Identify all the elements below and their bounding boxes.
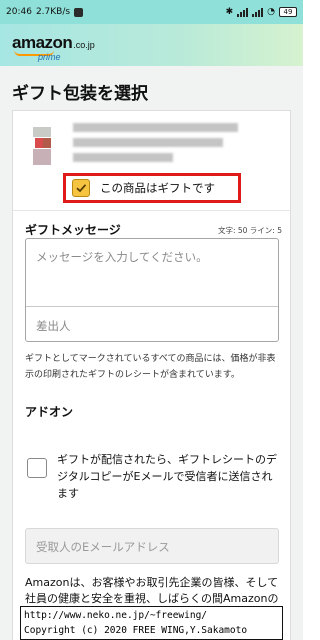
checkmark-icon — [76, 184, 87, 193]
product-name-blurred — [73, 123, 248, 163]
message-input-placeholder[interactable]: メッセージを入力してください。 — [36, 249, 208, 265]
email-input-placeholder: 受取人のEメールアドレス — [36, 540, 170, 554]
logo-prime: prime — [38, 52, 61, 62]
page-title: ギフト包装を選択 — [12, 84, 148, 104]
gift-checkbox-label: この商品はギフトです — [100, 181, 215, 195]
gift-message-field[interactable]: メッセージを入力してください。 差出人 — [25, 238, 279, 342]
gift-options-page: ギフト包装を選択 この商品はギフトです ギフトメッセージ 文字: 50 ライン:… — [0, 66, 303, 640]
app-notification-icon — [74, 7, 84, 17]
watermark-copyright: Copyright (c) 2020 FREE WING,Y.Sakamoto — [24, 625, 248, 636]
gift-card: この商品はギフトです ギフトメッセージ 文字: 50 ライン: 5 メッセージを… — [12, 110, 291, 640]
digital-receipt-label[interactable]: ギフトが配信されたら、ギフトレシートのデジタルコピーがEメールで受信者に送信され… — [57, 451, 282, 502]
status-speed: 2.7KB/s — [35, 7, 71, 17]
signal-icon — [237, 7, 249, 17]
watermark-url: http://www.neko.ne.jp/~freewing/ — [24, 610, 208, 621]
status-bar: 20:46 2.7KB/s ✱ ◔ 49 — [0, 0, 303, 24]
recipient-email-input[interactable]: 受取人のEメールアドレス — [25, 528, 279, 564]
wifi-icon: ◔ — [267, 7, 275, 17]
gift-receipt-note: ギフトとしてマークされているすべての商品には、価格が非表示の印刷されたギフトのレ… — [25, 354, 276, 380]
battery-icon: 49 — [279, 7, 297, 17]
bluetooth-icon: ✱ — [225, 7, 234, 17]
signal-icon-2 — [252, 7, 264, 17]
amazon-prime-logo[interactable]: amazon.co.jp prime — [12, 33, 95, 62]
app-header: amazon.co.jp prime — [0, 24, 303, 66]
gift-checkbox[interactable] — [72, 179, 90, 197]
digital-receipt-checkbox[interactable] — [27, 458, 47, 478]
field-separator — [26, 306, 278, 307]
gift-checkbox-row[interactable]: この商品はギフトです — [63, 173, 241, 203]
status-time: 20:46 — [6, 7, 32, 17]
divider — [13, 210, 290, 211]
addon-title: アドオン — [25, 405, 74, 419]
sender-input-placeholder[interactable]: 差出人 — [36, 318, 71, 334]
gift-message-title: ギフトメッセージ — [25, 223, 121, 237]
product-thumbnail — [33, 127, 51, 167]
char-limit-info: 文字: 50 ライン: 5 — [217, 226, 282, 235]
logo-tld: .co.jp — [73, 40, 95, 50]
copyright-watermark: http://www.neko.ne.jp/~freewing/ Copyrig… — [20, 606, 283, 640]
